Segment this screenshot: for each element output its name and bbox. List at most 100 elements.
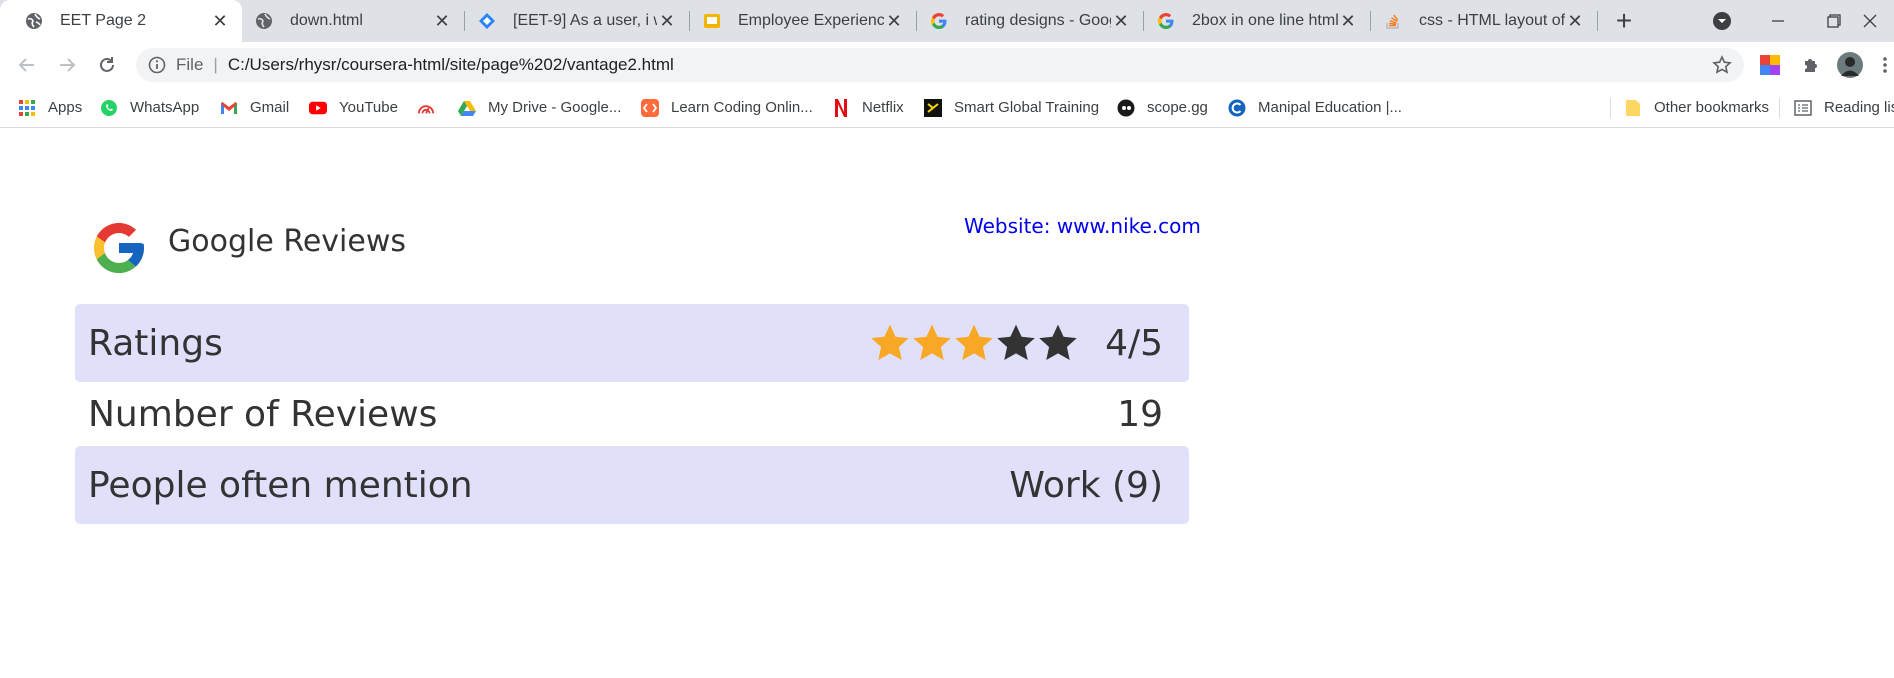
tab-strip: EET Page 2 ✕ down.html ✕ [EET-9] As a us…	[0, 0, 1894, 42]
reading-list-icon	[1794, 99, 1812, 117]
signal-icon	[417, 99, 435, 117]
jira-icon	[477, 11, 497, 31]
extension-colorful-button[interactable]	[1756, 51, 1784, 79]
tab-2box-html[interactable]: 2box in one line html ✕	[1144, 0, 1370, 42]
close-icon[interactable]: ✕	[1338, 11, 1358, 31]
bookmark-gmail[interactable]: Gmail	[220, 88, 289, 127]
tab-title: down.html	[290, 12, 363, 29]
scope-icon	[1117, 99, 1135, 117]
apps-grid-icon	[18, 99, 36, 117]
gmail-icon	[220, 99, 238, 117]
bookmarks-separator	[1610, 98, 1611, 118]
close-icon[interactable]: ✕	[657, 11, 677, 31]
google-icon	[929, 11, 949, 31]
avatar	[1837, 52, 1863, 78]
bookmark-label: Manipal Education |...	[1258, 99, 1402, 116]
mentions-row: People often mention Work (9)	[75, 446, 1189, 524]
tab-down-html[interactable]: down.html ✕	[242, 0, 464, 42]
menu-button[interactable]	[1876, 51, 1894, 79]
bookmark-youtube[interactable]: YouTube	[309, 88, 398, 127]
reviews-count-label: Number of Reviews	[88, 393, 438, 435]
bookmark-label: scope.gg	[1147, 99, 1208, 116]
ratings-value: 4/5	[1105, 322, 1163, 364]
bookmark-my-drive[interactable]: My Drive - Google...	[458, 88, 621, 127]
tab-rating-designs[interactable]: rating designs - Goog ✕	[917, 0, 1143, 42]
profile-button[interactable]	[1836, 51, 1864, 79]
close-icon[interactable]: ✕	[1565, 11, 1585, 31]
bookmark-label: My Drive - Google...	[488, 99, 622, 116]
google-logo-icon	[94, 223, 144, 273]
bookmark-manipal-education[interactable]: Manipal Education |...	[1228, 88, 1402, 127]
close-window-button[interactable]	[1862, 0, 1894, 42]
reading-list-button[interactable]: Reading list	[1794, 88, 1894, 127]
slides-icon	[702, 11, 722, 31]
reload-button[interactable]	[94, 52, 120, 78]
new-tab-button[interactable]: +	[1610, 7, 1638, 36]
whatsapp-icon	[100, 99, 118, 117]
bookmarks-separator	[1779, 98, 1780, 118]
back-button[interactable]	[14, 52, 40, 78]
website-link[interactable]: Website: www.nike.com	[964, 214, 1201, 238]
globe-icon	[24, 11, 44, 31]
page-title: Google Reviews	[168, 224, 406, 259]
tab-title: [EET-9] As a user, i wa	[513, 12, 657, 29]
bookmark-label: Apps	[48, 99, 83, 116]
tab-title: EET Page 2	[60, 12, 146, 29]
bookmark-label: Smart Global Training	[954, 99, 1100, 116]
url-scheme: File	[176, 55, 204, 74]
star-filled-icon	[871, 324, 909, 360]
restore-icon	[1827, 14, 1841, 28]
restore-button[interactable]	[1806, 0, 1862, 42]
star-filled-icon	[955, 324, 993, 360]
bookmark-whatsapp[interactable]: WhatsApp	[100, 88, 199, 127]
manipal-icon	[1228, 99, 1246, 117]
star-empty-icon	[1039, 324, 1077, 360]
star-empty-icon	[997, 324, 1035, 360]
bookmark-label: Gmail	[250, 99, 290, 116]
bookmark-label: WhatsApp	[130, 99, 200, 116]
color-palette-icon	[1760, 55, 1780, 75]
close-icon[interactable]: ✕	[210, 11, 230, 31]
star-rating	[869, 322, 1079, 364]
tab-eet-page-2[interactable]: EET Page 2 ✕	[0, 0, 242, 42]
bookmark-signal[interactable]	[417, 88, 447, 127]
url-divider: |	[213, 55, 218, 74]
minimize-button[interactable]	[1750, 0, 1806, 42]
bookmark-scope-gg[interactable]: scope.gg	[1117, 88, 1208, 127]
bookmark-smart-global-training[interactable]: Smart Global Training	[924, 88, 1099, 127]
reviews-count-row: Number of Reviews 19	[75, 382, 1189, 446]
bookmark-star-icon[interactable]	[1712, 55, 1732, 75]
close-icon[interactable]: ✕	[884, 11, 904, 31]
mentions-label: People often mention	[88, 464, 473, 506]
puzzle-icon	[1805, 59, 1817, 72]
tab-title: Employee Experience T	[738, 12, 884, 29]
page-content: Google Reviews Website: www.nike.com Rat…	[0, 128, 1894, 678]
netflix-icon	[832, 98, 850, 117]
globe-icon	[254, 11, 274, 31]
bookmark-other-bookmarks[interactable]: Other bookmarks	[1624, 88, 1769, 127]
tab-search-button[interactable]	[1694, 0, 1750, 42]
close-icon[interactable]: ✕	[432, 11, 452, 31]
close-icon[interactable]: ✕	[1111, 11, 1131, 31]
ratings-label: Ratings	[88, 322, 223, 364]
tab-jira[interactable]: [EET-9] As a user, i wa ✕	[465, 0, 689, 42]
bookmark-apps[interactable]: Apps	[18, 88, 82, 127]
url-text[interactable]: C:/Users/rhysr/coursera-html/site/page%2…	[228, 55, 674, 75]
bookmark-learn-coding[interactable]: Learn Coding Onlin...	[641, 88, 813, 127]
extensions-button[interactable]	[1797, 51, 1825, 79]
forward-button[interactable]	[54, 52, 80, 78]
close-icon	[1863, 14, 1877, 28]
tab-title: css - HTML layout of s	[1419, 12, 1565, 29]
star-filled-icon	[913, 324, 951, 360]
bookmark-label: Learn Coding Onlin...	[671, 99, 813, 116]
back-arrow-icon	[18, 58, 34, 72]
bookmark-netflix[interactable]: Netflix	[832, 88, 904, 127]
tab-employee-experience[interactable]: Employee Experience T ✕	[690, 0, 916, 42]
drive-icon	[458, 99, 476, 117]
reload-icon	[100, 57, 114, 72]
info-icon[interactable]	[148, 56, 166, 74]
tab-css-layout[interactable]: css - HTML layout of s ✕	[1371, 0, 1597, 42]
youtube-icon	[309, 99, 327, 117]
tab-separator	[1597, 11, 1598, 31]
address-bar[interactable]: File | C:/Users/rhysr/coursera-html/site…	[136, 48, 1744, 82]
